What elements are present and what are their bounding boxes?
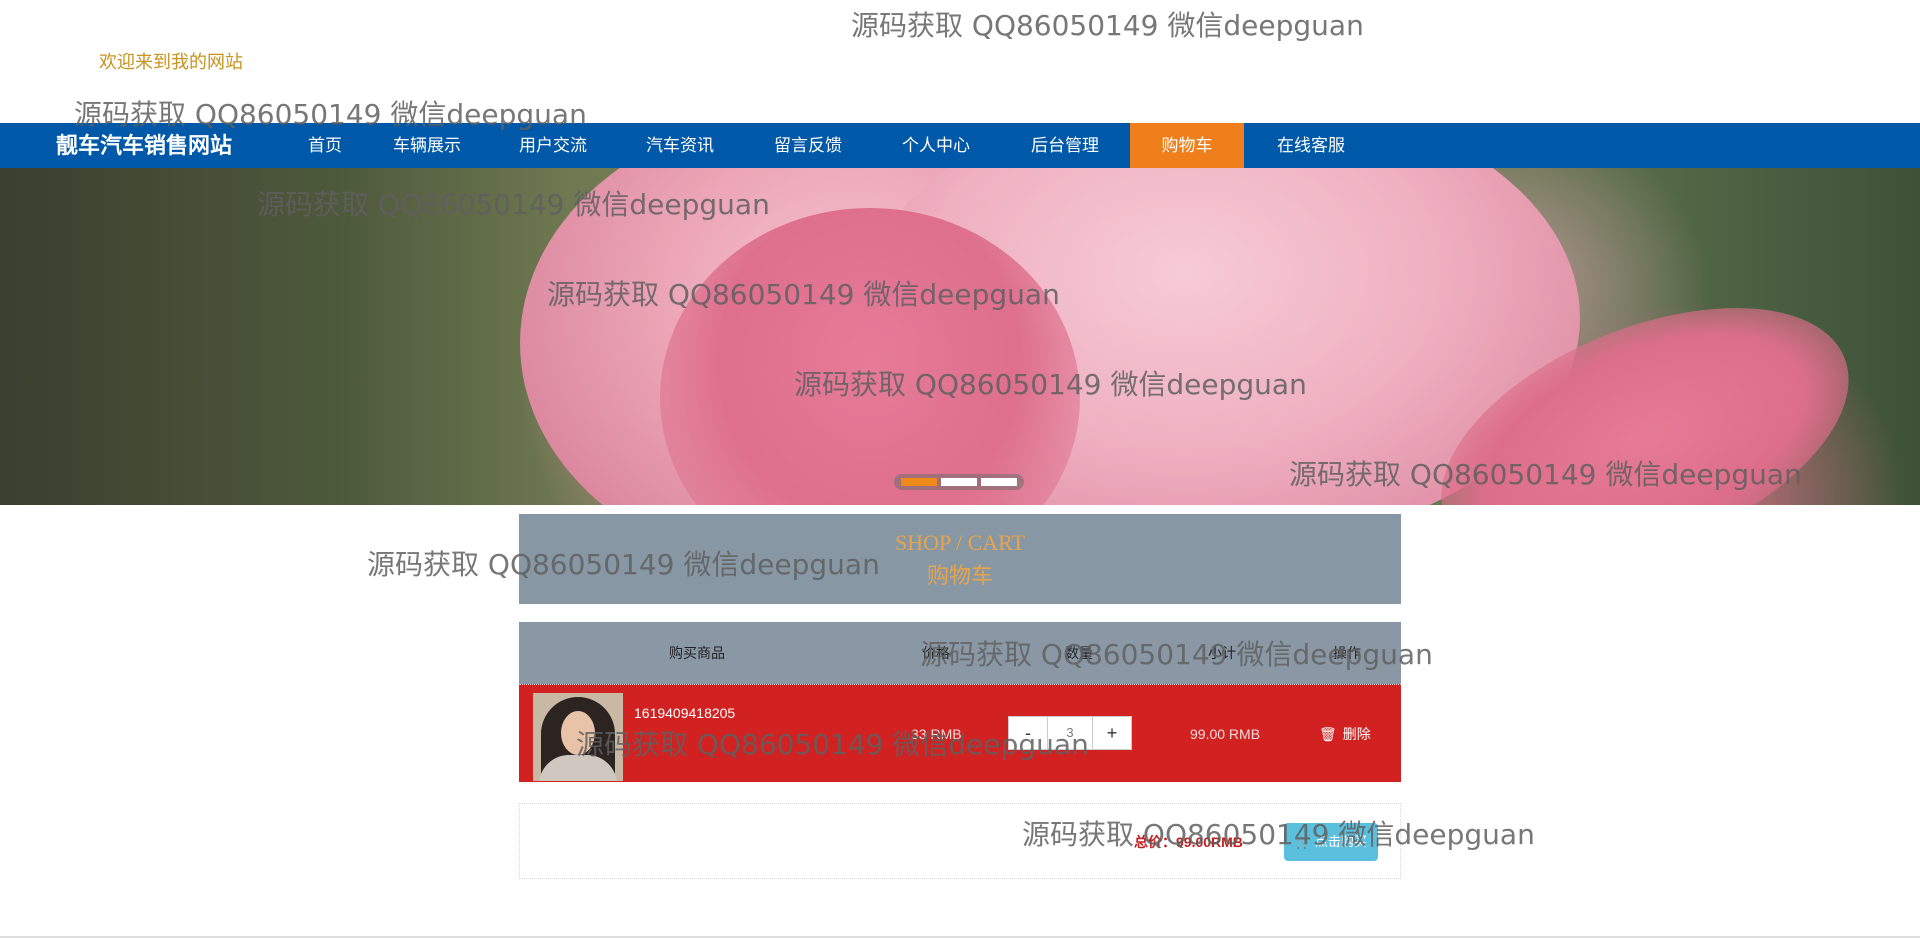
carousel-indicators	[894, 474, 1024, 490]
product-thumbnail[interactable]	[533, 693, 623, 781]
site-brand[interactable]: 靓车汽车销售网站	[56, 123, 232, 168]
quantity-stepper: - 3 +	[1008, 716, 1132, 750]
total-price: 总价：99.00RMB	[1134, 834, 1243, 850]
row-subtotal: 99.00 RMB	[1190, 726, 1261, 742]
cart-row: 1619409418205 33 RMB - 3 + 99.00 RMB 🗑 删除	[519, 684, 1401, 782]
column-header-actions: 操作	[1333, 645, 1361, 661]
checkout-label: 点击购买	[1314, 834, 1367, 849]
delete-button[interactable]: 🗑 删除	[1319, 685, 1371, 783]
column-header-subtotal: 小计	[1208, 645, 1236, 661]
carousel-dot-2[interactable]	[941, 478, 977, 486]
main-navbar: 靓车汽车销售网站 首页 车辆展示 用户交流 汽车资讯 留言反馈 个人中心 后台管…	[0, 123, 1920, 168]
carousel-dot-3[interactable]	[981, 478, 1017, 486]
nav-item-community[interactable]: 用户交流	[490, 123, 616, 168]
product-price: 33 RMB	[911, 726, 962, 742]
cart-icon: 🛒	[1295, 834, 1312, 849]
thumbnail-face	[561, 711, 595, 755]
cart-section-header: SHOP / CART 购物车	[519, 514, 1401, 604]
cart-title-cn: 购物车	[926, 563, 993, 588]
nav-item-vehicles[interactable]: 车辆展示	[364, 123, 490, 168]
nav-menu: 首页 车辆展示 用户交流 汽车资讯 留言反馈 个人中心 后台管理 购物车 在线客…	[286, 123, 1378, 168]
product-name[interactable]: 1619409418205	[634, 705, 735, 721]
nav-item-support[interactable]: 在线客服	[1244, 123, 1378, 168]
cart-summary: 总价：99.00RMB 🛒 点击购买	[519, 803, 1401, 879]
nav-item-feedback[interactable]: 留言反馈	[744, 123, 872, 168]
welcome-text: 欢迎来到我的网站	[99, 52, 243, 72]
nav-item-profile[interactable]: 个人中心	[872, 123, 1000, 168]
carousel-dot-1[interactable]	[901, 478, 937, 486]
cart-table-header: 购买商品 价格 数量 小计 操作	[519, 622, 1401, 684]
nav-item-cart[interactable]: 购物车	[1130, 123, 1244, 168]
nav-item-admin[interactable]: 后台管理	[1000, 123, 1130, 168]
quantity-decrease-button[interactable]: -	[1008, 716, 1048, 750]
trash-icon: 🗑	[1319, 726, 1337, 742]
quantity-increase-button[interactable]: +	[1092, 716, 1132, 750]
column-header-quantity: 数量	[1065, 645, 1093, 661]
quantity-input[interactable]: 3	[1048, 716, 1092, 750]
column-header-price: 价格	[922, 645, 950, 661]
hero-banner	[0, 168, 1920, 505]
cart-title-en: SHOP / CART	[895, 530, 1025, 555]
nav-item-news[interactable]: 汽车资讯	[616, 123, 744, 168]
watermark-text: 源码获取 QQ86050149 微信deepguan	[851, 9, 1364, 42]
checkout-button[interactable]: 🛒 点击购买	[1284, 823, 1378, 861]
delete-label: 删除	[1342, 726, 1371, 742]
column-header-product: 购买商品	[669, 645, 725, 661]
nav-item-home[interactable]: 首页	[286, 123, 364, 168]
